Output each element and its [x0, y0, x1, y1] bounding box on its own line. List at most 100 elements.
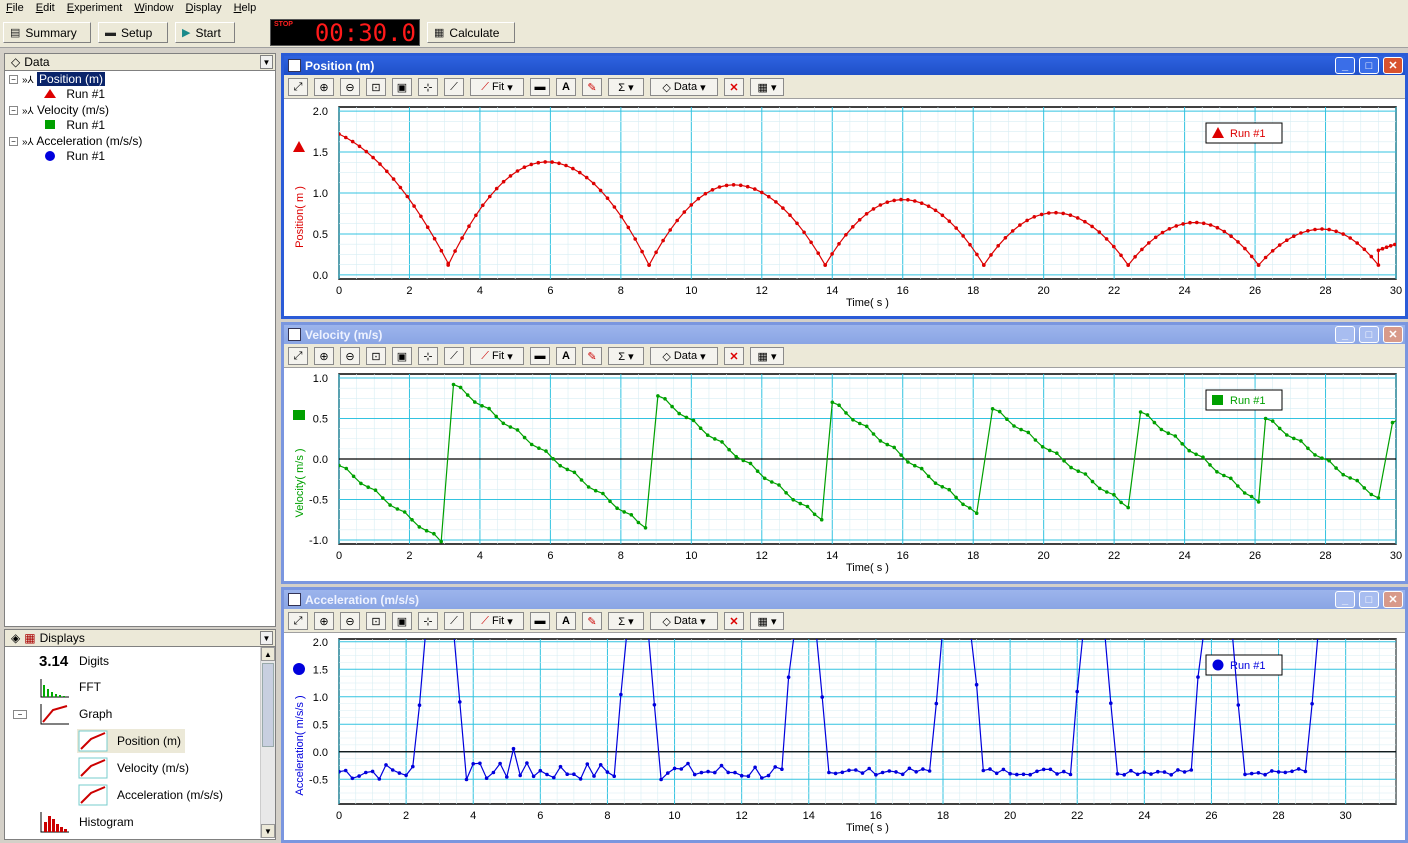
maximize-button[interactable]: □ [1359, 326, 1379, 343]
graph-settings-dropdown[interactable]: ▦ ▾ [750, 347, 784, 365]
data-cursor-icon[interactable]: ▣ [392, 612, 412, 630]
delete-icon[interactable]: ✕ [724, 78, 744, 96]
scale-to-fit-icon[interactable]: ⤢ [288, 347, 308, 365]
close-button[interactable]: ✕ [1383, 591, 1403, 608]
data-cursor-icon[interactable]: ▣ [392, 78, 412, 96]
smart-tool-icon[interactable]: ⊹ [418, 78, 438, 96]
data-panel-dropdown[interactable]: ▼ [260, 55, 273, 69]
smart-tool-icon[interactable]: ⊹ [418, 347, 438, 365]
tree-item-acceleration[interactable]: − »⅄ Acceleration (m/s/s) [9, 134, 142, 149]
menu-experiment[interactable]: Experiment [61, 0, 129, 16]
prediction-icon[interactable]: ✎ [582, 78, 602, 96]
menu-help[interactable]: Help [228, 0, 263, 16]
delete-icon[interactable]: ✕ [724, 347, 744, 365]
scroll-up-icon[interactable]: ▲ [261, 647, 275, 661]
zoom-in-icon[interactable]: ⊕ [314, 78, 334, 96]
maximize-button[interactable]: □ [1359, 57, 1379, 74]
legend[interactable]: Run #1 [1205, 389, 1283, 411]
calculator-icon[interactable]: ▬ [530, 612, 550, 630]
zoom-out-icon[interactable]: ⊖ [340, 78, 360, 96]
collapse-icon[interactable]: − [13, 709, 27, 719]
fit-dropdown[interactable]: ⟋ Fit ▾ [470, 78, 524, 96]
data-dropdown[interactable]: ◇ Data ▾ [650, 347, 718, 365]
minimize-button[interactable]: _ [1335, 57, 1355, 74]
acceleration-plot[interactable]: 0 2 4 6 8 10 12 14 16 18 20 22 24 26 28 30-0.50.00.51.0… [284, 633, 1405, 843]
menu-window[interactable]: Window [128, 0, 179, 16]
scale-to-fit-icon[interactable]: ⤢ [288, 612, 308, 630]
window-titlebar[interactable]: Acceleration (m/s/s) _ □ ✕ [284, 590, 1405, 609]
data-point [511, 746, 516, 751]
fit-dropdown[interactable]: ⟋ Fit ▾ [470, 347, 524, 365]
data-dropdown[interactable]: ◇ Data ▾ [650, 612, 718, 630]
velocity-plot[interactable]: 0 2 4 6 8 10 12 14 16 18 20 22 24 26 28 30-1.0-0.50.00.… [284, 368, 1405, 581]
legend[interactable]: Run #1 [1205, 654, 1283, 676]
tree-run-acceleration[interactable]: Run #1 [43, 149, 105, 164]
maximize-button[interactable]: □ [1359, 591, 1379, 608]
zoom-out-icon[interactable]: ⊖ [340, 612, 360, 630]
menu-display[interactable]: Display [180, 0, 228, 16]
menu-edit[interactable]: Edit [30, 0, 61, 16]
fit-dropdown[interactable]: ⟋ Fit ▾ [470, 612, 524, 630]
slope-tool-icon[interactable]: ⟋ [444, 347, 464, 365]
calculator-icon[interactable]: ▬ [530, 78, 550, 96]
graph-settings-dropdown[interactable]: ▦ ▾ [750, 612, 784, 630]
zoom-select-icon[interactable]: ⊡ [366, 78, 386, 96]
displays-scrollbar[interactable]: ▲ ▼ [260, 647, 275, 838]
close-button[interactable]: ✕ [1383, 326, 1403, 343]
prediction-icon[interactable]: ✎ [582, 612, 602, 630]
window-titlebar[interactable]: Velocity (m/s) _ □ ✕ [284, 325, 1405, 344]
display-graph[interactable]: − Graph [13, 702, 112, 726]
collapse-icon[interactable]: − [9, 75, 18, 84]
minimize-button[interactable]: _ [1335, 326, 1355, 343]
x-tick-label: 16 [897, 550, 909, 562]
data-point [1285, 238, 1289, 242]
calculator-icon[interactable]: ▬ [530, 347, 550, 365]
data-point [543, 160, 547, 164]
prediction-icon[interactable]: ✎ [582, 347, 602, 365]
displays-panel-dropdown[interactable]: ▼ [260, 631, 273, 645]
start-button[interactable]: ▶ Start [175, 22, 235, 43]
display-graph-position[interactable]: Position (m) [77, 729, 186, 753]
tree-item-position[interactable]: − »⅄ Position (m) [9, 72, 106, 87]
collapse-icon[interactable]: − [9, 137, 18, 146]
annotation-icon[interactable]: A [556, 78, 576, 96]
tree-item-velocity[interactable]: − »⅄ Velocity (m/s) [9, 103, 109, 118]
delete-icon[interactable]: ✕ [724, 612, 744, 630]
legend[interactable]: Run #1 [1205, 122, 1283, 144]
scroll-down-icon[interactable]: ▼ [261, 824, 275, 838]
minimize-button[interactable]: _ [1335, 591, 1355, 608]
annotation-icon[interactable]: A [556, 612, 576, 630]
window-titlebar[interactable]: Position (m) _ □ ✕ [284, 56, 1405, 75]
menu-file[interactable]: File [0, 0, 30, 16]
data-dropdown[interactable]: ◇ Data ▾ [650, 78, 718, 96]
close-button[interactable]: ✕ [1383, 57, 1403, 74]
slope-tool-icon[interactable]: ⟋ [444, 78, 464, 96]
display-histogram[interactable]: Histogram [39, 810, 134, 834]
zoom-in-icon[interactable]: ⊕ [314, 347, 334, 365]
smart-tool-icon[interactable]: ⊹ [418, 612, 438, 630]
display-digits[interactable]: 3.14 Digits [39, 649, 109, 673]
tree-run-velocity[interactable]: Run #1 [43, 118, 105, 133]
scroll-thumb[interactable] [262, 663, 274, 747]
calculate-button[interactable]: ▦ Calculate [427, 22, 515, 43]
zoom-select-icon[interactable]: ⊡ [366, 347, 386, 365]
tree-run-position[interactable]: Run #1 [43, 87, 105, 102]
display-graph-velocity[interactable]: Velocity (m/s) [77, 756, 189, 780]
graph-settings-dropdown[interactable]: ▦ ▾ [750, 78, 784, 96]
slope-tool-icon[interactable]: ⟋ [444, 612, 464, 630]
position-plot[interactable]: 0 2 4 6 8 10 12 14 16 18 20 22 24 26 28 300.00.51.01.52… [284, 99, 1405, 316]
setup-button[interactable]: ▬ Setup [98, 22, 168, 43]
statistics-dropdown[interactable]: Σ ▾ [608, 347, 644, 365]
annotation-icon[interactable]: A [556, 347, 576, 365]
zoom-in-icon[interactable]: ⊕ [314, 612, 334, 630]
statistics-dropdown[interactable]: Σ ▾ [608, 612, 644, 630]
data-cursor-icon[interactable]: ▣ [392, 347, 412, 365]
zoom-select-icon[interactable]: ⊡ [366, 612, 386, 630]
zoom-out-icon[interactable]: ⊖ [340, 347, 360, 365]
statistics-dropdown[interactable]: Σ ▾ [608, 78, 644, 96]
display-fft[interactable]: FFT [39, 675, 101, 699]
collapse-icon[interactable]: − [9, 106, 18, 115]
display-graph-acceleration[interactable]: Acceleration (m/s/s) [77, 783, 223, 807]
summary-button[interactable]: ▤ Summary [3, 22, 91, 43]
scale-to-fit-icon[interactable]: ⤢ [288, 78, 308, 96]
